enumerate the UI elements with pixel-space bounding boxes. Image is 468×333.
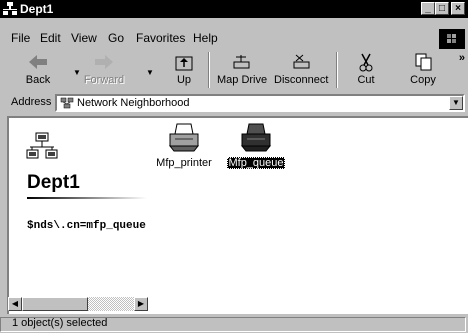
map-drive-label: Map Drive (217, 74, 268, 86)
horizontal-scrollbar[interactable]: ◀ ▶ (8, 297, 148, 311)
maximize-icon: □ (438, 3, 446, 14)
cut-button[interactable]: Cut (342, 50, 390, 90)
close-icon: × (455, 3, 461, 14)
chevron-right-icon: ▶ (137, 299, 145, 308)
menu-go[interactable]: Go (108, 31, 124, 45)
address-input[interactable]: Network Neighborhood ▼ (55, 94, 465, 112)
up-label: Up (176, 74, 192, 86)
address-label: Address (11, 96, 52, 108)
back-button[interactable]: Back (14, 50, 62, 90)
disconnect-drive-icon (293, 54, 310, 69)
address-dropdown-button[interactable]: ▼ (449, 96, 463, 110)
toolbar: Back ▼ Forward ▼ Up Map Drive Disconnect… (0, 50, 468, 90)
address-value: Network Neighborhood (77, 97, 190, 109)
map-drive-icon (233, 55, 250, 69)
menu-edit[interactable]: Edit (40, 31, 61, 45)
scissors-icon (359, 53, 373, 72)
title-bar[interactable]: Dept1 _ □ × (0, 0, 468, 18)
menu-file[interactable]: File (11, 31, 30, 45)
cut-label: Cut (357, 74, 375, 86)
address-bar: Address Network Neighborhood ▼ (0, 93, 468, 113)
item-mfp-queue[interactable]: Mfp_queue (221, 122, 291, 169)
back-label: Back (25, 74, 51, 86)
windows-logo-icon (439, 29, 465, 49)
folder-view[interactable]: Dept1 $nds\.cn=mfp_queue Mfp_printer Mfp… (7, 116, 468, 314)
network-folder-icon (3, 2, 17, 15)
toolbar-more-button[interactable]: » (459, 52, 465, 64)
toolbar-separator (208, 52, 210, 88)
close-button[interactable]: × (451, 2, 465, 15)
chevron-down-icon: ▼ (452, 98, 460, 107)
print-queue-icon (240, 123, 272, 152)
folder-heading: Dept1 (27, 172, 80, 193)
network-neighborhood-icon (60, 97, 74, 109)
copy-button[interactable]: Copy (399, 50, 447, 90)
forward-label: Forward (83, 74, 125, 86)
up-folder-icon (175, 56, 193, 71)
menu-bar: File Edit View Go Favorites Help (0, 29, 468, 47)
printer-icon (168, 123, 200, 152)
item-label: Mfp_queue (227, 157, 285, 169)
status-bar: 1 object(s) selected (0, 316, 468, 333)
item-label: Mfp_printer (156, 157, 212, 169)
menu-favorites[interactable]: Favorites (136, 31, 185, 45)
network-folder-icon (26, 132, 58, 159)
copy-icon (415, 53, 432, 71)
maximize-button[interactable]: □ (435, 2, 449, 15)
menu-view[interactable]: View (71, 31, 97, 45)
explorer-window: Dept1 _ □ × File Edit View Go Favorites … (0, 0, 468, 333)
up-button[interactable]: Up (160, 50, 208, 90)
minimize-icon: _ (425, 3, 431, 14)
copy-label: Copy (410, 74, 436, 86)
minimize-button[interactable]: _ (421, 2, 435, 15)
map-drive-button[interactable]: Map Drive (217, 50, 268, 90)
forward-button[interactable]: Forward (80, 50, 128, 90)
toolbar-separator (336, 52, 338, 88)
disconnect-button[interactable]: Disconnect (274, 50, 328, 90)
status-text: 1 object(s) selected (12, 317, 108, 329)
nds-path-text: $nds\.cn=mfp_queue (27, 220, 146, 232)
scroll-thumb[interactable] (22, 297, 88, 311)
menu-help[interactable]: Help (193, 31, 218, 45)
scroll-left-button[interactable]: ◀ (8, 297, 22, 311)
scroll-right-button[interactable]: ▶ (134, 297, 148, 311)
window-title: Dept1 (20, 2, 54, 16)
item-mfp-printer[interactable]: Mfp_printer (149, 122, 219, 169)
disconnect-label: Disconnect (274, 74, 329, 86)
heading-divider (27, 197, 147, 199)
forward-dropdown-icon[interactable]: ▼ (146, 68, 154, 77)
back-arrow-icon (29, 55, 47, 69)
forward-arrow-icon (95, 55, 113, 69)
chevron-left-icon: ◀ (11, 299, 19, 308)
